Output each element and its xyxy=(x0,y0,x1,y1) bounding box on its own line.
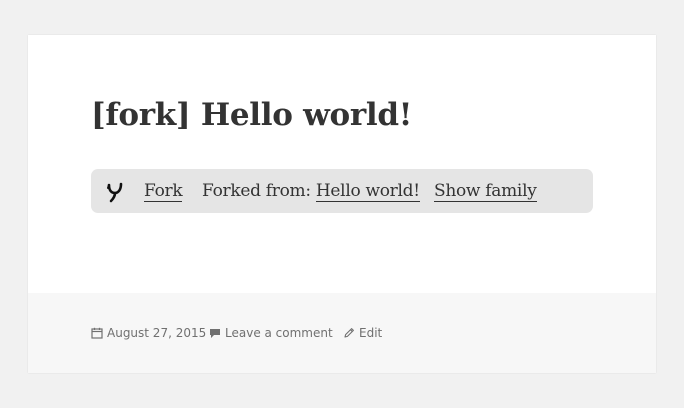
pencil-icon xyxy=(343,327,355,339)
post-card: [fork] Hello world! Fork Forked from: He… xyxy=(28,35,656,373)
forked-from-text: Forked from: Hello world! xyxy=(202,180,420,202)
edit-link[interactable]: Edit xyxy=(359,325,382,341)
post-content: [fork] Hello world! Fork Forked from: He… xyxy=(28,35,656,293)
post-date-link[interactable]: August 27, 2015 xyxy=(107,325,206,341)
post-date: August 27, 2015 xyxy=(91,325,206,341)
leave-comment-link[interactable]: Leave a comment xyxy=(225,325,333,341)
entry-footer: August 27, 2015 Leave a comment Edit xyxy=(28,293,656,373)
fork-bar: Fork Forked from: Hello world! Show fami… xyxy=(91,169,593,213)
comment-meta: Leave a comment xyxy=(209,325,333,341)
forked-from-link[interactable]: Hello world! xyxy=(315,181,420,202)
show-family-link[interactable]: Show family xyxy=(434,181,537,202)
fork-link[interactable]: Fork xyxy=(144,181,183,202)
fork-icon xyxy=(105,181,125,203)
comment-icon xyxy=(209,327,221,339)
forked-from-prefix: Forked from: xyxy=(202,181,316,201)
calendar-icon xyxy=(91,327,103,339)
post-title: [fork] Hello world! xyxy=(91,97,413,133)
edit-meta: Edit xyxy=(343,325,382,341)
